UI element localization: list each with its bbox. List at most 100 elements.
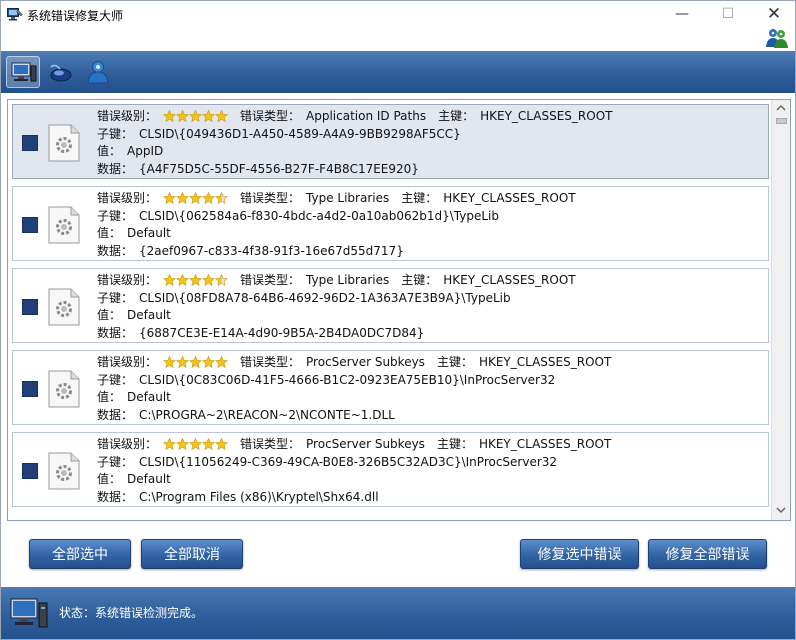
data-value: C:\Program Files (x86)\Kryptel\Shx64.dll [139,490,379,504]
entry-value-row: 值： Default [97,389,171,405]
fix-all-button[interactable]: 修复全部错误 [648,539,767,569]
value-label: 值： [97,226,122,240]
value-value: Default [127,390,171,404]
entry-subkey-row: 子键： CLSID\{049436D1-A450-4589-A4A9-9BB929… [97,126,461,142]
error-entry[interactable]: 错误级别： 错误类型： Type Libraries 主键： HKEY_CLASSES_… [12,186,769,261]
data-label: 数据： [97,408,134,422]
user-icon [87,61,109,84]
entry-header-row: 错误级别： 错误类型： ProcServer Subkeys 主键： HKEY_CLAS… [97,354,611,372]
entry-subkey-row: 子键： CLSID\{0C83C06D-41F5-4666-B1C2-0923EA… [97,372,555,388]
value-value: Default [127,472,171,486]
toolbar-button-settings[interactable] [44,56,78,88]
entry-checkbox[interactable] [22,381,38,397]
window-title: 系统错误修复大师 [27,9,124,23]
root-label: 主键： [436,355,473,369]
error-entry[interactable]: 错误级别： 错误类型： ProcServer Subkeys 主键： HKEY_CLAS… [12,350,769,425]
rating-stars [163,192,229,208]
value-label: 值： [97,472,122,486]
root-value: HKEY_CLASSES_ROOT [478,355,612,369]
entry-checkbox[interactable] [22,135,38,151]
fix-selected-button[interactable]: 修复选中错误 [520,539,639,569]
type-value: Type Libraries [306,273,390,287]
type-value: ProcServer Subkeys [306,355,425,369]
level-label: 错误级别： [97,109,158,123]
error-list[interactable]: 错误级别： 错误类型： Application ID Paths 主键： HKEY_CL… [7,99,791,521]
root-value: HKEY_CLASSES_ROOT [443,273,576,287]
scrollbar[interactable] [771,100,790,520]
entry-data-row: 数据： {A4F75D5C-55DF-4556-B27F-F4B8C17EE920… [97,161,419,177]
type-label: 错误类型： [240,191,301,205]
toolbar-button-about[interactable] [81,56,115,88]
scroll-thumb[interactable] [776,118,787,124]
type-label: 错误类型： [240,355,301,369]
level-label: 错误级别： [97,437,158,451]
computer-icon [11,62,37,82]
rating-stars [163,438,229,454]
entry-checkbox[interactable] [22,299,38,315]
root-label: 主键： [436,437,473,451]
toolbar-button-scan[interactable] [6,56,40,88]
mouse-icon [50,64,72,82]
level-label: 错误级别： [97,355,158,369]
entry-header-row: 错误级别： 错误类型： Type Libraries 主键： HKEY_CLASSES_… [97,272,576,290]
status-bar: 状态：系统错误检测完成。 [1,587,795,639]
entry-subkey-row: 子键： CLSID\{11056249-C369-49CA-B0E8-326B5C… [97,454,557,470]
root-label: 主键： [438,109,475,123]
level-label: 错误级别： [97,191,158,205]
error-entry[interactable]: 错误级别： 错误类型： ProcServer Subkeys 主键： HKEY_CLAS… [12,432,769,507]
data-value: {A4F75D5C-55DF-4556-B27F-F4B8C17EE920} [139,162,419,176]
root-label: 主键： [401,273,438,287]
type-label: 错误类型： [240,437,301,451]
value-value: Default [127,308,171,322]
entry-value-row: 值： AppID [97,143,163,159]
file-gear-icon [48,288,80,326]
subkey-value: CLSID\{062584a6-f830-4bdc-a4d2-0a10ab062… [139,209,499,223]
root-label: 主键： [401,191,438,205]
type-value: ProcServer Subkeys [306,437,425,451]
rating-stars [163,110,229,126]
entry-data-row: 数据： {2aef0967-c833-4f38-91f3-16e67d55d717… [97,243,404,259]
users-icon[interactable] [765,27,789,49]
entry-checkbox[interactable] [22,217,38,233]
subkey-label: 子键： [97,127,134,141]
minimize-button[interactable]: — [667,5,697,23]
file-gear-icon [48,124,80,162]
error-entry[interactable]: 错误级别： 错误类型： Application ID Paths 主键： HKEY_CL… [12,104,769,179]
value-label: 值： [97,144,122,158]
close-button[interactable]: ✕ [759,5,789,23]
rating-stars [163,356,229,372]
file-gear-icon [48,370,80,408]
entry-checkbox[interactable] [22,463,38,479]
entry-header-row: 错误级别： 错误类型： Type Libraries 主键： HKEY_CLASSES_… [97,190,576,208]
toolbar [1,51,795,93]
value-label: 值： [97,308,122,322]
subkey-label: 子键： [97,291,134,305]
value-label: 值： [97,390,122,404]
error-entry[interactable]: 错误级别： 错误类型： Type Libraries 主键： HKEY_CLASSES_… [12,268,769,343]
entry-subkey-row: 子键： CLSID\{08FD8A78-64B6-4692-96D2-1A363A… [97,290,511,306]
entry-header-row: 错误级别： 错误类型： Application ID Paths 主键： HKEY_CL… [97,108,612,126]
type-label: 错误类型： [240,273,301,287]
data-label: 数据： [97,244,134,258]
computer-wrench-icon [7,8,23,21]
root-value: HKEY_CLASSES_ROOT [443,191,576,205]
scroll-up-icon[interactable] [772,102,790,114]
rating-stars [163,274,229,290]
title-bar[interactable]: 系统错误修复大师 — ☐ ✕ [1,1,795,51]
file-gear-icon [48,452,80,490]
subkey-value: CLSID\{0C83C06D-41F5-4666-B1C2-0923EA75E… [139,373,556,387]
scroll-down-icon[interactable] [772,504,790,516]
level-label: 错误级别： [97,273,158,287]
entry-data-row: 数据： {6887CE3E-E14A-4d90-9B5A-2B4DA0DC7D84… [97,325,424,341]
root-value: HKEY_CLASSES_ROOT [478,437,612,451]
type-label: 错误类型： [240,109,301,123]
deselect-all-button[interactable]: 全部取消 [141,539,243,569]
data-value: {6887CE3E-E14A-4d90-9B5A-2B4DA0DC7D84} [139,326,425,340]
subkey-value: CLSID\{08FD8A78-64B6-4692-96D2-1A363A7E3… [139,291,511,305]
entry-data-row: 数据： C:\PROGRA~2\REACON~2\NCONTE~1.DLL [97,407,395,423]
value-value: AppID [127,144,164,158]
select-all-button[interactable]: 全部选中 [29,539,131,569]
maximize-button[interactable]: ☐ [713,5,743,23]
subkey-label: 子键： [97,455,134,469]
file-gear-icon [48,206,80,244]
